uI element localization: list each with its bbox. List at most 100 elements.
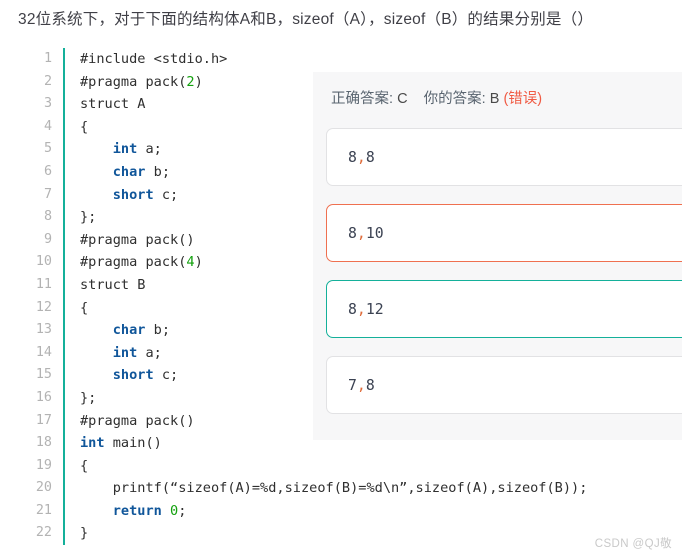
- code-line: 20 printf(“sizeof(A)=%d,sizeof(B)=%d\n”,…: [0, 477, 682, 500]
- code-token: };: [80, 389, 97, 406]
- code-token: ): [194, 73, 203, 90]
- code-token: int: [112, 344, 138, 361]
- option-value-left: 7: [348, 376, 357, 394]
- code-line: 1 #include <stdio.h>: [0, 48, 682, 71]
- code-line: 21 return 0;: [0, 499, 682, 523]
- line-number: 12: [35, 299, 52, 315]
- code-token: int: [112, 141, 138, 158]
- line-number: 21: [35, 502, 52, 518]
- line-number: 8: [43, 209, 52, 225]
- code-token: };: [80, 209, 97, 226]
- code-token: 0: [170, 502, 179, 519]
- options-list: 8, 8 8, 10 8, 12 7, 8: [313, 128, 682, 414]
- code-token: struct B: [80, 276, 146, 293]
- option-value-right: 10: [365, 224, 384, 242]
- answer-option-b[interactable]: 8, 10: [326, 204, 682, 262]
- line-number: 1: [43, 51, 52, 66]
- option-value-right: 8: [365, 148, 375, 166]
- line-number: 6: [43, 163, 52, 179]
- code-token: printf(“sizeof(A)=%d,sizeof(B)=%d\n”,siz…: [80, 480, 588, 497]
- answer-status: 正确答案: C 你的答案: B (错误): [331, 88, 682, 110]
- option-separator: ,: [356, 376, 366, 394]
- line-number: 4: [43, 118, 52, 134]
- line-number: 18: [35, 435, 52, 451]
- code-token: {: [80, 118, 89, 135]
- code-token: char: [112, 163, 146, 180]
- code-token: ;: [178, 502, 187, 519]
- code-token: char: [112, 322, 146, 339]
- answer-option-d[interactable]: 7,8: [326, 356, 682, 414]
- code-token: int: [80, 435, 105, 452]
- code-token: #pragma pack(: [80, 254, 187, 271]
- code-token: b;: [145, 163, 171, 180]
- code-token: }: [80, 525, 89, 542]
- code-line-text: printf(“sizeof(A)=%d,sizeof(B)=%d\n”,siz…: [65, 477, 682, 500]
- line-number: 22: [35, 525, 52, 541]
- code-token: #pragma pack(): [80, 231, 195, 248]
- option-separator: ,: [356, 148, 366, 166]
- wrong-badge: (错误): [503, 91, 543, 107]
- code-token: {: [80, 299, 89, 316]
- option-value-left: 8: [348, 224, 357, 242]
- answer-panel: 正确答案: C 你的答案: B (错误) 8, 8 8, 10 8, 12 7, 8: [313, 72, 682, 440]
- line-number: 17: [35, 412, 52, 428]
- code-token: b;: [145, 322, 171, 339]
- option-value-right: 8: [365, 376, 375, 394]
- code-line-text: return 0;: [65, 500, 682, 523]
- option-value-left: 8: [348, 148, 357, 166]
- code-token: 4: [186, 254, 195, 271]
- line-number: 14: [35, 344, 52, 360]
- code-token: #pragma pack(: [80, 73, 187, 90]
- code-token: c;: [153, 367, 179, 384]
- option-value-left: 8: [348, 300, 357, 318]
- code-token: {: [80, 457, 89, 474]
- code-token: short: [112, 186, 154, 203]
- code-line-text: }: [65, 522, 682, 545]
- option-value-right: 12: [365, 300, 384, 318]
- answer-option-a[interactable]: 8,8: [326, 128, 682, 186]
- code-token: struct A: [80, 96, 146, 113]
- line-number: 19: [35, 457, 52, 473]
- your-answer-value: B: [489, 91, 500, 107]
- option-separator: ,: [356, 224, 366, 242]
- line-number: 16: [35, 389, 52, 405]
- option-separator: ,: [356, 300, 366, 318]
- line-number: 13: [35, 322, 52, 338]
- code-token: short: [112, 367, 154, 384]
- line-number: 15: [35, 367, 52, 383]
- your-answer-label: 你的答案:: [423, 91, 486, 107]
- code-token: #pragma pack(): [80, 412, 195, 429]
- line-number: 10: [35, 254, 52, 270]
- correct-answer-label: 正确答案:: [331, 91, 394, 107]
- line-number: 9: [43, 231, 52, 247]
- code-token: 2: [186, 73, 195, 90]
- code-token: c;: [153, 186, 179, 203]
- code-line-text: #include <stdio.h>: [65, 48, 682, 71]
- line-number: 7: [43, 186, 52, 202]
- correct-answer-value: C: [397, 91, 408, 107]
- code-line-text: {: [65, 455, 682, 478]
- code-line: 19 {: [0, 454, 682, 478]
- answer-option-c[interactable]: 8, 12: [326, 280, 682, 338]
- code-token: a;: [137, 141, 162, 158]
- code-token: return: [112, 502, 162, 519]
- code-token: #include <stdio.h>: [80, 51, 228, 67]
- line-number: 11: [35, 276, 52, 292]
- line-number: 2: [43, 73, 52, 89]
- csdn-watermark: CSDN @QJ敬: [594, 538, 672, 550]
- question-title: 32位系统下，对于下面的结构体A和B，sizeof（A），sizeof（B）的结…: [18, 11, 594, 28]
- code-line: 22}: [0, 522, 682, 546]
- line-number: 3: [43, 96, 52, 112]
- line-number: 5: [43, 141, 52, 157]
- code-token: main(): [104, 435, 162, 452]
- code-token: ): [194, 254, 203, 271]
- line-number: 20: [35, 480, 52, 496]
